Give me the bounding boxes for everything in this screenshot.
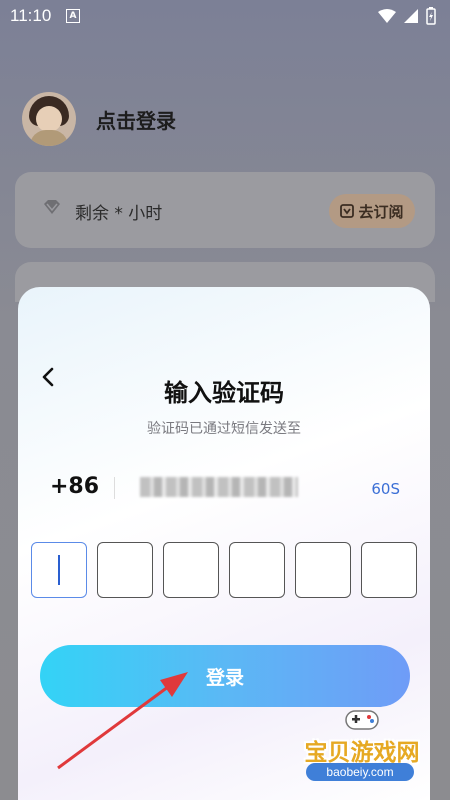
- pointer-arrow: [57, 672, 188, 770]
- watermark-url: baobeiy.com: [306, 763, 414, 781]
- watermark-brand: 宝贝游戏网: [304, 740, 420, 766]
- gamepad-icon: [345, 710, 379, 730]
- watermark: 宝贝游戏网 baobeiy.com: [282, 705, 442, 793]
